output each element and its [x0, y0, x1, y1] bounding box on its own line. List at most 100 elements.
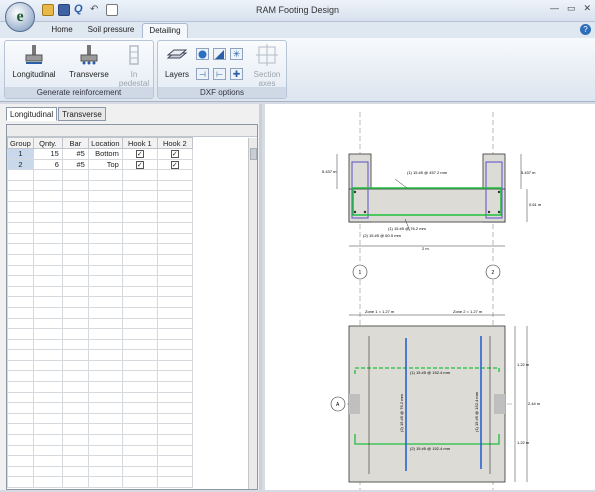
empty-cell[interactable] — [32, 243, 63, 255]
tab-transverse[interactable]: Transverse — [58, 107, 106, 121]
cell-qnty[interactable]: 6 — [32, 158, 63, 171]
empty-cell[interactable] — [121, 211, 158, 224]
cell-qnty[interactable]: 15 — [32, 148, 63, 160]
table-row-empty[interactable] — [7, 264, 252, 277]
empty-cell[interactable] — [61, 349, 89, 361]
empty-cell[interactable] — [32, 412, 63, 425]
empty-cell[interactable] — [61, 253, 89, 266]
cell-group[interactable]: 2 — [7, 158, 34, 171]
empty-cell[interactable] — [61, 275, 89, 287]
empty-cell[interactable] — [61, 402, 89, 414]
maximize-icon[interactable]: ▭ — [567, 3, 576, 14]
in-pedestal-button[interactable]: In pedestal — [117, 44, 151, 88]
empty-cell[interactable] — [87, 412, 123, 425]
empty-cell[interactable] — [32, 381, 63, 393]
empty-cell[interactable] — [121, 222, 158, 234]
empty-cell[interactable] — [121, 253, 158, 266]
empty-cell[interactable] — [87, 338, 123, 351]
empty-cell[interactable] — [7, 455, 34, 467]
empty-cell[interactable] — [87, 285, 123, 298]
empty-cell[interactable] — [61, 232, 89, 245]
empty-cell[interactable] — [7, 190, 34, 202]
empty-cell[interactable] — [7, 222, 34, 234]
empty-cell[interactable] — [87, 349, 123, 361]
empty-cell[interactable] — [32, 423, 63, 436]
empty-cell[interactable] — [156, 328, 193, 340]
empty-cell[interactable] — [87, 211, 123, 224]
empty-cell[interactable] — [87, 370, 123, 383]
table-row-empty[interactable] — [7, 434, 252, 446]
empty-cell[interactable] — [121, 455, 158, 467]
empty-cell[interactable] — [32, 476, 63, 488]
empty-cell[interactable] — [156, 169, 193, 181]
empty-cell[interactable] — [7, 179, 34, 192]
empty-cell[interactable] — [156, 476, 193, 488]
table-row-empty[interactable] — [7, 412, 252, 425]
empty-cell[interactable] — [121, 370, 158, 383]
empty-cell[interactable] — [156, 370, 193, 383]
empty-cell[interactable] — [87, 200, 123, 213]
empty-cell[interactable] — [156, 402, 193, 414]
empty-cell[interactable] — [32, 169, 63, 181]
empty-cell[interactable] — [87, 179, 123, 192]
table-row-empty[interactable] — [7, 317, 252, 330]
table-row-empty[interactable] — [7, 169, 252, 181]
table-row-empty[interactable] — [7, 338, 252, 351]
table-row-empty[interactable] — [7, 285, 252, 298]
empty-cell[interactable] — [61, 455, 89, 467]
empty-cell[interactable] — [87, 190, 123, 202]
table-row-empty[interactable] — [7, 423, 252, 436]
empty-cell[interactable] — [7, 349, 34, 361]
empty-cell[interactable] — [61, 306, 89, 319]
empty-cell[interactable] — [7, 381, 34, 393]
empty-cell[interactable] — [61, 381, 89, 393]
table-scrollbar[interactable] — [248, 138, 257, 489]
empty-cell[interactable] — [32, 402, 63, 414]
empty-cell[interactable] — [87, 381, 123, 393]
empty-cell[interactable] — [61, 444, 89, 457]
hook1-checkbox[interactable]: ✓ — [135, 150, 144, 159]
empty-cell[interactable] — [121, 338, 158, 351]
empty-cell[interactable] — [32, 190, 63, 202]
close-icon[interactable]: ✕ — [583, 3, 591, 14]
empty-cell[interactable] — [32, 264, 63, 277]
empty-cell[interactable] — [32, 200, 63, 213]
empty-cell[interactable] — [32, 296, 63, 308]
empty-cell[interactable] — [87, 465, 123, 478]
empty-cell[interactable] — [156, 253, 193, 266]
empty-cell[interactable] — [7, 423, 34, 436]
empty-cell[interactable] — [32, 455, 63, 467]
empty-cell[interactable] — [87, 169, 123, 181]
empty-cell[interactable] — [156, 349, 193, 361]
application-button[interactable]: e — [5, 2, 35, 32]
empty-cell[interactable] — [7, 296, 34, 308]
table-row-empty[interactable] — [7, 444, 252, 457]
empty-cell[interactable] — [156, 190, 193, 202]
table-row-empty[interactable] — [7, 190, 252, 202]
empty-cell[interactable] — [87, 434, 123, 446]
empty-cell[interactable] — [7, 200, 34, 213]
empty-cell[interactable] — [156, 296, 193, 308]
empty-cell[interactable] — [87, 455, 123, 467]
empty-cell[interactable] — [61, 423, 89, 436]
hook1-checkbox[interactable]: ✓ — [135, 160, 144, 169]
empty-cell[interactable] — [121, 328, 158, 340]
empty-cell[interactable] — [32, 370, 63, 383]
cell-location[interactable]: Bottom — [87, 148, 123, 160]
table-row-empty[interactable] — [7, 359, 252, 372]
empty-cell[interactable] — [87, 317, 123, 330]
empty-cell[interactable] — [121, 402, 158, 414]
drawing-canvas[interactable]: (1) 15 #5 @ 457.2 mm (1) 15 #5 @ 76.2 mm… — [265, 104, 595, 490]
scroll-thumb[interactable] — [250, 148, 257, 160]
empty-cell[interactable] — [61, 465, 89, 478]
empty-cell[interactable] — [87, 296, 123, 308]
tab-longitudinal[interactable]: Longitudinal — [6, 107, 58, 121]
cell-bar[interactable]: #5 — [61, 148, 89, 160]
empty-cell[interactable] — [156, 264, 193, 277]
empty-cell[interactable] — [156, 222, 193, 234]
empty-cell[interactable] — [87, 264, 123, 277]
empty-cell[interactable] — [61, 296, 89, 308]
empty-cell[interactable] — [7, 328, 34, 340]
tab-soil-pressure[interactable]: Soil pressure — [82, 23, 140, 38]
help-icon[interactable]: ? — [580, 24, 591, 35]
